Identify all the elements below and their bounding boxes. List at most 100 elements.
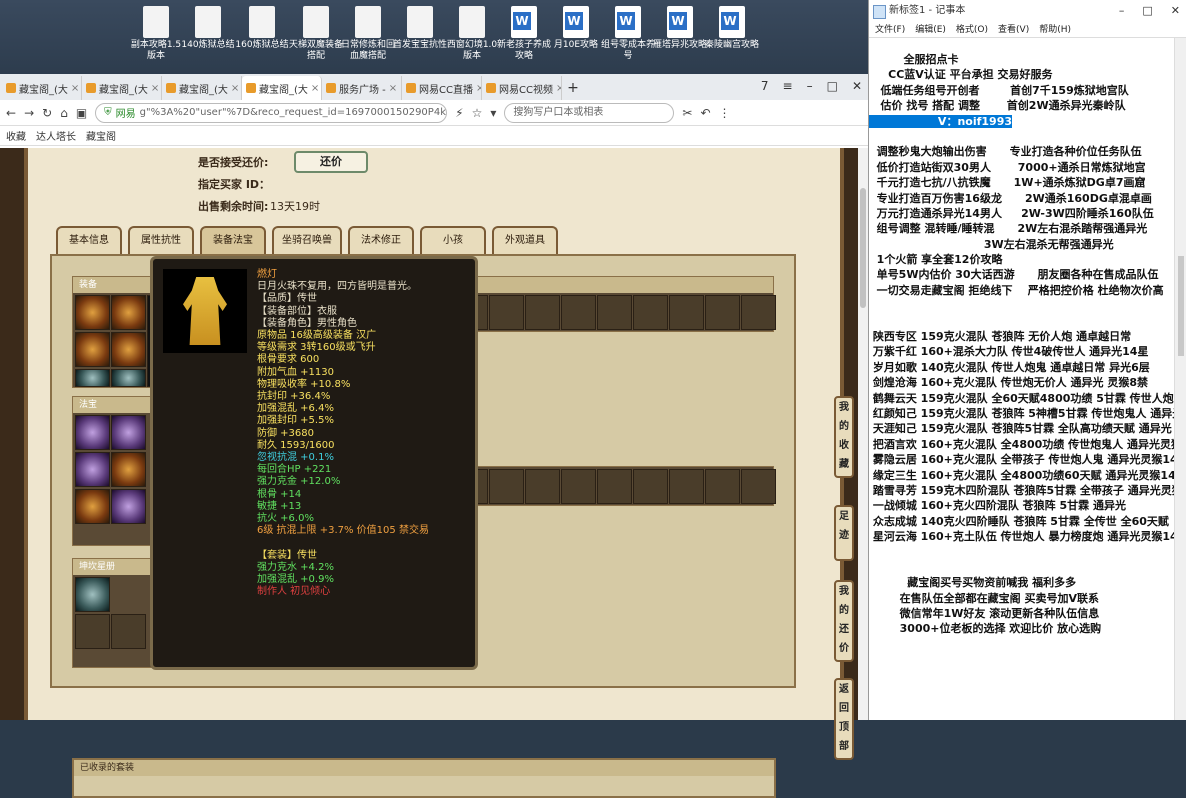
notepad-maximize[interactable]: □	[1142, 0, 1152, 22]
tab-close-icon[interactable]: ×	[231, 83, 239, 94]
home-icon[interactable]: ⌂	[60, 106, 68, 120]
inventory-slot[interactable]	[561, 295, 596, 330]
desktop-icon[interactable]: 秦陵幽宫攻略	[704, 6, 760, 51]
desktop-icon[interactable]: 天梯双魔装备搭配	[288, 6, 344, 62]
browser-tab[interactable]: 服务广场 - ×	[322, 76, 402, 100]
tab-close-icon[interactable]: ×	[311, 83, 319, 94]
inventory-slot[interactable]	[633, 469, 668, 504]
reload-icon[interactable]: ↻	[42, 106, 52, 120]
new-tab-button[interactable]: +	[562, 76, 584, 100]
game-tab[interactable]: 小孩	[420, 226, 486, 254]
equip-slot[interactable]	[111, 295, 146, 330]
notepad-menu-item[interactable]: 查看(V)	[998, 22, 1029, 37]
browser-tab[interactable]: 网易CC视频×	[482, 76, 562, 100]
notepad-scrollbar[interactable]	[1174, 38, 1186, 720]
undo-icon[interactable]: ↶	[700, 106, 710, 120]
inventory-slot[interactable]	[525, 469, 560, 504]
search-input[interactable]: 搜狗写户口本或相表	[504, 102, 675, 123]
treasure-slot[interactable]	[75, 452, 110, 487]
desktop-icon[interactable]: 组号零成本养号	[600, 6, 656, 62]
side-button[interactable]: 我的还价	[834, 580, 854, 662]
close-button[interactable]: ✕	[852, 74, 862, 98]
side-button[interactable]: 返回顶部	[834, 678, 854, 760]
game-tab[interactable]: 装备法宝	[200, 226, 266, 254]
notepad-menu-item[interactable]: 格式(O)	[956, 22, 988, 37]
side-button[interactable]: 我的收藏	[834, 396, 854, 478]
game-tab[interactable]: 外观道具	[492, 226, 558, 254]
notepad-menu-item[interactable]: 编辑(E)	[915, 22, 946, 37]
treasure-slot[interactable]	[111, 452, 146, 487]
pet-slot[interactable]	[111, 614, 146, 649]
inventory-slot[interactable]	[741, 295, 776, 330]
desktop-icon[interactable]: 首发宝宝抗性	[392, 6, 448, 51]
forward-icon[interactable]: →	[24, 106, 34, 120]
notepad-close[interactable]: ✕	[1171, 0, 1180, 22]
tab-close-icon[interactable]: ×	[151, 83, 159, 94]
inventory-slot[interactable]	[561, 469, 596, 504]
inventory-slot[interactable]	[633, 295, 668, 330]
bookmark-item[interactable]: 达人塔长	[36, 128, 76, 143]
side-button[interactable]: 足迹	[834, 505, 854, 561]
notepad-menu-item[interactable]: 文件(F)	[875, 22, 905, 37]
wallet-icon[interactable]: ▣	[76, 106, 87, 120]
bargain-button[interactable]: 还价	[294, 151, 368, 173]
desktop-icon[interactable]: 月10E攻略	[548, 6, 604, 51]
tab-count-icon[interactable]: 7	[761, 74, 769, 98]
pet-slot[interactable]	[75, 614, 110, 649]
inventory-slot[interactable]	[741, 469, 776, 504]
minimize-button[interactable]: –	[807, 74, 813, 98]
browser-tab[interactable]: 网易CC直播×	[402, 76, 482, 100]
treasure-slot[interactable]	[75, 415, 110, 450]
equip-slot[interactable]	[111, 369, 146, 387]
inventory-slot[interactable]	[705, 469, 740, 504]
notepad-text[interactable]: 全服招点卡 CC蓝V认证 平台承担 交易好服务 低端任务组号开创者 首创7千15…	[869, 52, 1186, 720]
notepad-menu-item[interactable]: 帮助(H)	[1039, 22, 1071, 37]
equip-slot[interactable]	[75, 369, 110, 387]
browser-tab[interactable]: 藏宝阁_(大 ×	[162, 76, 242, 100]
browser-tab[interactable]: 藏宝阁_(大 ×	[242, 76, 322, 100]
inventory-slot[interactable]	[705, 295, 740, 330]
bookmark-item[interactable]: 藏宝阁	[86, 128, 116, 143]
treasure-slot[interactable]	[111, 489, 146, 524]
desktop-icon[interactable]: 新老孩子养成攻略	[496, 6, 552, 62]
game-tab[interactable]: 法术修正	[348, 226, 414, 254]
scissors-icon[interactable]: ✂	[682, 106, 692, 120]
inventory-slot[interactable]	[525, 295, 560, 330]
menu-icon[interactable]: ≡	[783, 74, 793, 98]
inventory-slot[interactable]	[597, 295, 632, 330]
treasure-slot[interactable]	[111, 415, 146, 450]
desktop-icon[interactable]: 140炼狱总结	[180, 6, 236, 51]
pet-slot[interactable]	[75, 577, 110, 612]
share-icon[interactable]: ⚡	[455, 106, 463, 120]
browser-tab[interactable]: 藏宝阁_(大 ×	[82, 76, 162, 100]
tab-close-icon[interactable]: ×	[389, 83, 397, 94]
star-icon[interactable]: ☆	[472, 106, 483, 120]
desktop-icon[interactable]: 副本攻略1.5版本	[128, 6, 184, 62]
page-scrollbar[interactable]	[858, 148, 868, 720]
address-bar[interactable]: ⛨ 网易 g"%3A%20"user"%7D&reco_request_id=1…	[95, 102, 448, 123]
tab-close-icon[interactable]: ×	[71, 83, 79, 94]
game-tab[interactable]: 基本信息	[56, 226, 122, 254]
equip-slot[interactable]	[75, 332, 110, 367]
maximize-button[interactable]: □	[827, 74, 838, 98]
treasure-slot[interactable]	[75, 489, 110, 524]
more-icon[interactable]: ⋮	[719, 106, 731, 120]
desktop-icon[interactable]: 160炼狱总结	[234, 6, 290, 51]
desktop-icon[interactable]: 日常修炼和回血魔搭配	[340, 6, 396, 62]
back-icon[interactable]: ←	[6, 106, 16, 120]
game-tab[interactable]: 属性抗性	[128, 226, 194, 254]
inventory-slot[interactable]	[597, 469, 632, 504]
bookmark-item[interactable]: 收藏	[6, 128, 26, 143]
equip-slot[interactable]	[75, 295, 110, 330]
browser-tab[interactable]: 藏宝阁_(大 ×	[2, 76, 82, 100]
inventory-slot[interactable]	[669, 295, 704, 330]
dropdown-icon[interactable]: ▾	[490, 106, 496, 120]
desktop-icon[interactable]: 雁塔异兆攻略	[652, 6, 708, 51]
notepad-minimize[interactable]: –	[1119, 0, 1125, 22]
inventory-slot[interactable]	[489, 469, 524, 504]
inventory-slot[interactable]	[489, 295, 524, 330]
game-tab[interactable]: 坐骑召唤兽	[272, 226, 342, 254]
desktop-icon[interactable]: 西窗幻境1.0版本	[444, 6, 500, 62]
inventory-slot[interactable]	[669, 469, 704, 504]
equip-slot[interactable]	[111, 332, 146, 367]
